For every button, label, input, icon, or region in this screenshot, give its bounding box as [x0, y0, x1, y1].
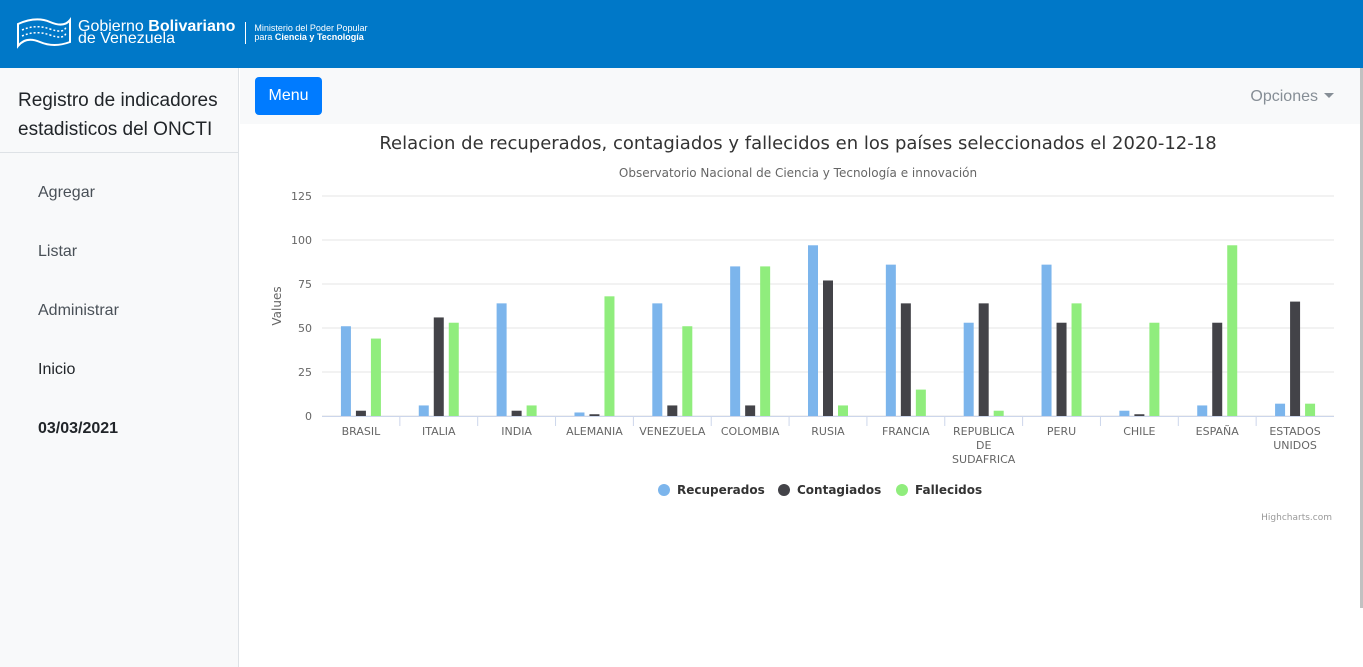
- bar-contagiados: [1212, 322, 1223, 416]
- x-tick-label: CHILE: [1123, 425, 1155, 438]
- legend-item-recuperados: Recuperados: [677, 483, 765, 497]
- y-axis-label: Values: [270, 286, 284, 325]
- bar-recuperados: [652, 303, 663, 416]
- government-name: Gobierno Bolivariano de Venezuela: [78, 18, 236, 47]
- bar-fallecidos: [1305, 403, 1316, 416]
- x-tick-label: RUSIA: [811, 425, 845, 438]
- x-tick-label: COLOMBIA: [721, 425, 780, 438]
- bar-fallecidos: [915, 389, 926, 416]
- bar-contagiados: [511, 410, 522, 416]
- bar-contagiados: [355, 410, 366, 416]
- y-tick-label: 25: [298, 366, 312, 379]
- bar-fallecidos: [1071, 303, 1082, 416]
- ministry-name: Ministerio del Poder Popular para Cienci…: [254, 23, 368, 42]
- x-tick-label: ITALIA: [422, 425, 456, 438]
- legend-item-fallecidos: Fallecidos: [915, 483, 982, 497]
- bar-fallecidos: [448, 322, 459, 416]
- y-tick-label: 100: [291, 234, 312, 247]
- bar-recuperados: [1041, 264, 1052, 416]
- bar-recuperados: [340, 326, 351, 416]
- legend-marker-recuperados: [658, 484, 670, 496]
- sidebar-item-agregar[interactable]: Agregar: [38, 184, 95, 202]
- sidebar-title: Registro de indicadores estadisticos del…: [0, 68, 238, 153]
- x-tick-label: VENEZUELA: [639, 425, 706, 438]
- x-tick-label: BRASIL: [342, 425, 381, 438]
- x-tick-label: FRANCIA: [882, 425, 930, 438]
- x-tick-label: REPUBLICA DE SUDAFRICA: [952, 425, 1016, 466]
- bar-contagiados: [1056, 322, 1067, 416]
- y-tick-label: 125: [291, 190, 312, 203]
- y-tick-label: 50: [298, 322, 312, 335]
- sidebar-item-administrar[interactable]: Administrar: [38, 302, 119, 320]
- bar-contagiados: [1134, 414, 1145, 416]
- bar-contagiados: [745, 405, 756, 416]
- top-header-bar: Gobierno Bolivariano de Venezuela Minist…: [0, 0, 1363, 68]
- sidebar-item-listar[interactable]: Listar: [38, 243, 77, 261]
- government-logo[interactable]: Gobierno Bolivariano de Venezuela Minist…: [16, 16, 367, 50]
- legend-item-contagiados: Contagiados: [797, 483, 881, 497]
- y-tick-label: 0: [305, 410, 312, 423]
- sidebar: Registro de indicadores estadisticos del…: [0, 68, 239, 667]
- bar-recuperados: [730, 266, 741, 416]
- bar-fallecidos: [370, 338, 381, 416]
- bar-recuperados: [808, 245, 818, 416]
- options-label: Opciones: [1250, 88, 1318, 105]
- x-tick-label: ALEMANIA: [566, 425, 623, 438]
- logo-divider: [245, 22, 247, 44]
- bar-recuperados: [1119, 410, 1130, 416]
- legend-marker-contagiados: [778, 484, 790, 496]
- bar-fallecidos: [526, 405, 537, 416]
- bar-recuperados: [1275, 403, 1286, 416]
- bar-recuperados: [885, 264, 896, 416]
- bar-fallecidos: [1227, 245, 1238, 416]
- sidebar-item-inicio[interactable]: Inicio: [38, 361, 75, 379]
- bar-fallecidos: [993, 410, 1004, 416]
- chart-credits: Highcharts.com: [1261, 513, 1332, 523]
- bar-recuperados: [496, 303, 507, 416]
- chart-subtitle: Observatorio Nacional de Ciencia y Tecno…: [619, 166, 977, 180]
- bar-fallecidos: [760, 266, 771, 416]
- options-dropdown[interactable]: Opciones: [1250, 88, 1334, 106]
- x-tick-label: PERU: [1047, 425, 1076, 438]
- chart-title: Relacion de recuperados, contagiados y f…: [379, 133, 1216, 154]
- bar-contagiados: [589, 414, 600, 416]
- content-toolbar: Menu Opciones: [240, 68, 1360, 124]
- bar-recuperados: [574, 412, 585, 416]
- bar-fallecidos: [838, 405, 848, 416]
- bar-recuperados: [963, 322, 974, 416]
- bar-fallecidos: [682, 326, 693, 416]
- bar-contagiados: [900, 303, 911, 416]
- bar-contagiados: [1290, 301, 1301, 416]
- bar-chart: Relacion de recuperados, contagiados y f…: [270, 133, 1334, 523]
- sidebar-date: 03/03/2021: [38, 420, 119, 437]
- x-tick-label: INDIA: [501, 425, 532, 438]
- bar-fallecidos: [1149, 322, 1160, 416]
- bar-contagiados: [433, 317, 444, 416]
- x-tick-label: ESPAÑA: [1196, 425, 1240, 438]
- y-tick-label: 75: [298, 278, 312, 291]
- legend-marker-fallecidos: [896, 484, 908, 496]
- bar-contagiados: [978, 303, 989, 416]
- bar-contagiados: [667, 405, 678, 416]
- menu-button[interactable]: Menu: [255, 77, 322, 115]
- bar-recuperados: [1197, 405, 1208, 416]
- bar-recuperados: [418, 405, 429, 416]
- bar-contagiados: [823, 280, 833, 416]
- x-tick-label: ESTADOS UNIDOS: [1269, 425, 1320, 452]
- venezuela-flag-icon: [17, 17, 71, 49]
- chevron-down-icon: [1324, 93, 1334, 98]
- bar-fallecidos: [604, 296, 615, 416]
